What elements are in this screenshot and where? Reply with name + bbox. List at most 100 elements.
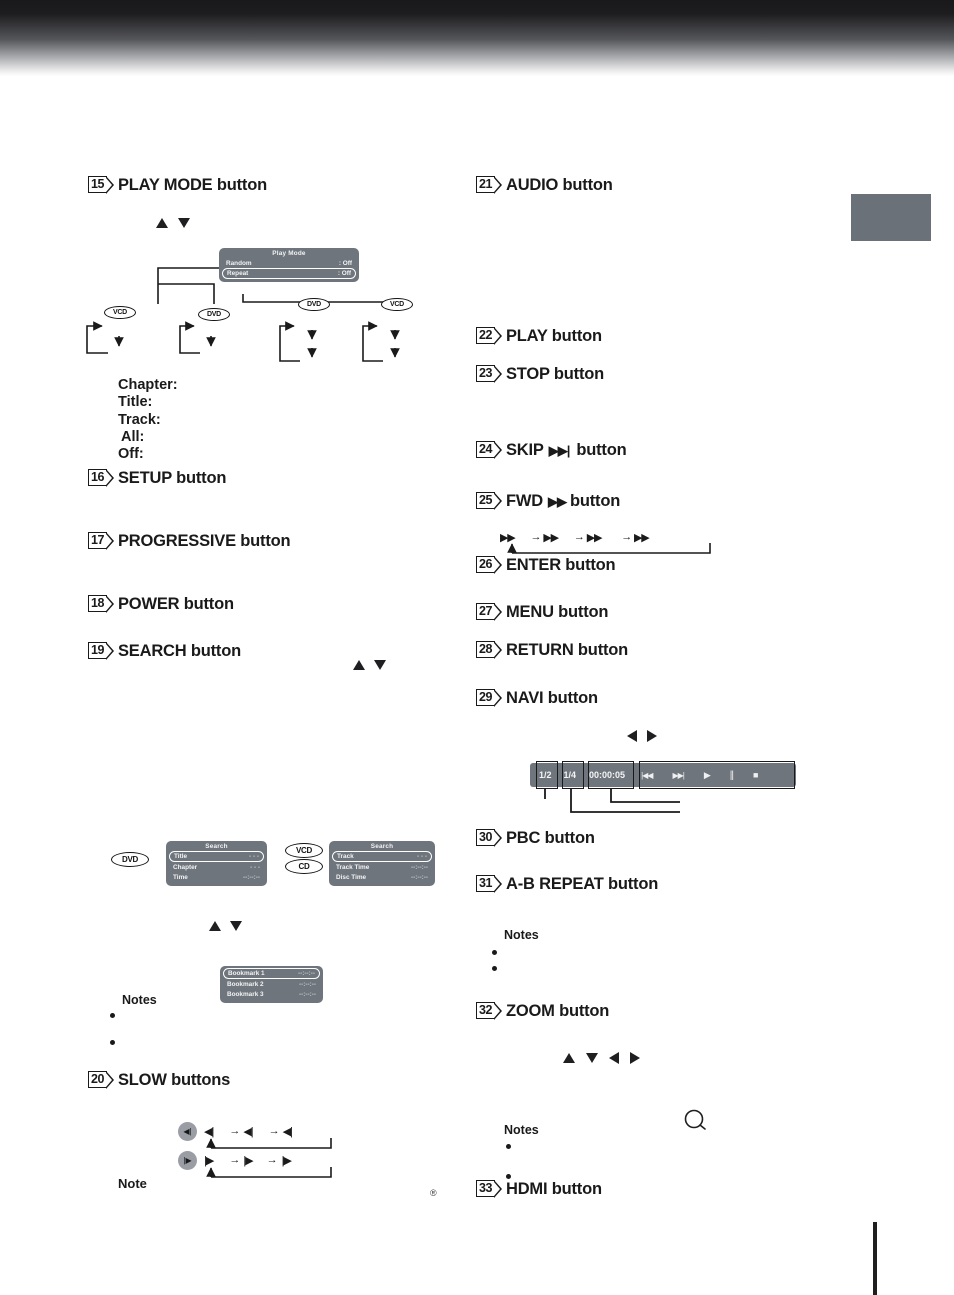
repeat-mode-list: Chapter: Title: Track: All: Off: — [118, 377, 178, 463]
repeat-cycle-loops — [86, 321, 400, 362]
item-17-progressive-button: 17 PROGRESSIVE button — [88, 531, 291, 551]
item-28-return-button: 28 RETURN button — [476, 640, 629, 660]
osd-row-track-time[interactable]: Track Time --:--:-- — [329, 862, 435, 872]
osd-row-label: Time — [173, 873, 188, 881]
item-number-badge: 33 — [476, 1179, 502, 1199]
note-heading-slow: Note — [118, 1176, 147, 1191]
osd-row-time[interactable]: Time --:--:-- — [166, 872, 267, 882]
notes-heading-ab-repeat: Notes — [504, 928, 539, 942]
notes-heading-search: Notes — [122, 993, 157, 1007]
callout-box-transport — [639, 761, 795, 789]
item-number-badge: 27 — [476, 602, 502, 622]
note-bullet — [506, 1144, 511, 1149]
item-29-navi-button: 29 NAVI button — [476, 688, 598, 708]
slow-forward-icon: |▶ — [178, 1151, 197, 1170]
nav-arrows-zoom — [563, 1052, 640, 1064]
item-20-slow-buttons: 20 SLOW buttons — [88, 1070, 231, 1090]
disc-badge-dvd-search: DVD — [111, 852, 149, 867]
item-label: RETURN button — [506, 641, 629, 659]
up-arrow-icon — [156, 218, 168, 228]
repeat-mode-chapter: Chapter: — [118, 377, 178, 393]
osd-row-bookmark-1[interactable]: Bookmark 1 --:--:-- — [223, 968, 320, 979]
fast-forward-icon: ▶▶ — [547, 493, 567, 509]
repeat-mode-title: Title: — [118, 394, 153, 411]
item-number-badge: 28 — [476, 640, 502, 660]
osd-row-label: Title — [174, 853, 188, 860]
item-number-badge: 25 — [476, 491, 502, 511]
item-number-badge: 23 — [476, 364, 502, 384]
item-number-badge: 30 — [476, 828, 502, 848]
item-label: PBC button — [506, 829, 595, 847]
page-section-tab — [851, 194, 931, 241]
item-26-enter-button: 26 ENTER button — [476, 555, 616, 575]
item-number-badge: 18 — [88, 594, 114, 614]
down-arrow-icon — [374, 660, 386, 670]
osd-row-label: Bookmark 2 — [227, 980, 264, 988]
item-15-play-mode-button: 15 PLAY MODE button — [88, 175, 267, 195]
nav-arrows-bookmark — [209, 921, 242, 931]
item-label: A-B REPEAT button — [506, 875, 659, 893]
registered-trademark-mark: ® — [430, 1188, 437, 1198]
osd-row-label: Track — [337, 853, 354, 860]
magnifier-icon — [684, 1109, 706, 1130]
osd-row-track[interactable]: Track - - - — [332, 851, 432, 862]
item-19-search-button: 19 SEARCH button — [88, 641, 241, 661]
osd-row-label: Bookmark 1 — [228, 970, 265, 977]
nav-arrows-search — [353, 660, 386, 670]
item-number-badge: 16 — [88, 468, 114, 488]
item-31-ab-repeat-button: 31 A-B REPEAT button — [476, 874, 659, 894]
note-bullet — [110, 1040, 115, 1045]
item-number-badge: 20 — [88, 1070, 114, 1090]
item-number-badge: 31 — [476, 874, 502, 894]
item-30-pbc-button: 30 PBC button — [476, 828, 595, 848]
disc-badge-cd-search: CD — [285, 859, 323, 874]
osd-row-value: - - - — [417, 853, 427, 860]
item-label: HDMI button — [506, 1180, 602, 1198]
item-number-badge: 17 — [88, 531, 114, 551]
osd-row-title[interactable]: Title - - - — [169, 851, 264, 862]
item-number-badge: 19 — [88, 641, 114, 661]
osd-row-chapter[interactable]: Chapter - - - — [166, 862, 267, 872]
callout-box-chapter-index — [562, 761, 584, 789]
item-18-power-button: 18 POWER button — [88, 594, 234, 614]
repeat-mode-track: Track: — [118, 411, 161, 428]
osd-row-value: --:--:-- — [297, 970, 315, 977]
slow-reverse-loop-line — [206, 1138, 332, 1149]
osd-row-bookmark-2[interactable]: Bookmark 2 --:--:-- — [220, 979, 323, 989]
right-arrow-icon — [630, 1052, 640, 1064]
down-arrow-icon — [230, 921, 242, 931]
down-arrow-icon — [586, 1053, 598, 1063]
disc-badge-vcd-2: VCD — [381, 298, 413, 311]
item-label: PROGRESSIVE button — [118, 532, 291, 550]
repeat-mode-all: All: — [121, 428, 145, 445]
item-24-skip-button: 24 SKIP ▶▶| button — [476, 440, 627, 460]
item-25-fwd-button: 25 FWD ▶▶ button — [476, 491, 620, 511]
osd-row-value: - - - — [250, 863, 260, 871]
item-33-hdmi-button: 33 HDMI button — [476, 1179, 602, 1199]
item-label: SETUP button — [118, 469, 227, 487]
search-osd-dvd-panel: Search Title - - - Chapter - - - Time --… — [166, 841, 267, 886]
callout-box-elapsed-time — [588, 761, 634, 789]
item-label: FWD — [506, 492, 543, 510]
item-number-badge: 29 — [476, 688, 502, 708]
note-bullet — [492, 966, 497, 971]
item-label: PLAY button — [506, 327, 602, 345]
item-number-badge: 32 — [476, 1001, 502, 1021]
osd-row-value: --:--:-- — [298, 980, 316, 988]
item-label: POWER button — [118, 595, 234, 613]
item-number-badge: 24 — [476, 440, 502, 460]
item-16-setup-button: 16 SETUP button — [88, 468, 227, 488]
disc-badge-dvd-2: DVD — [298, 298, 330, 311]
osd-row-value: --:--:-- — [242, 873, 260, 881]
osd-row-disc-time[interactable]: Disc Time --:--:-- — [329, 872, 435, 882]
slow-reverse-icon: ◀| — [178, 1122, 197, 1141]
repeat-mode-off: Off: — [118, 446, 144, 463]
left-arrow-icon — [627, 730, 637, 742]
item-label: PLAY MODE button — [118, 176, 267, 194]
bookmark-osd-panel: Bookmark 1 --:--:-- Bookmark 2 --:--:-- … — [220, 966, 323, 1003]
item-number-badge: 26 — [476, 555, 502, 575]
item-label: SLOW buttons — [118, 1071, 231, 1089]
osd-row-bookmark-3[interactable]: Bookmark 3 --:--:-- — [220, 989, 323, 999]
down-arrow-icon — [178, 218, 190, 228]
item-number-badge: 22 — [476, 326, 502, 346]
